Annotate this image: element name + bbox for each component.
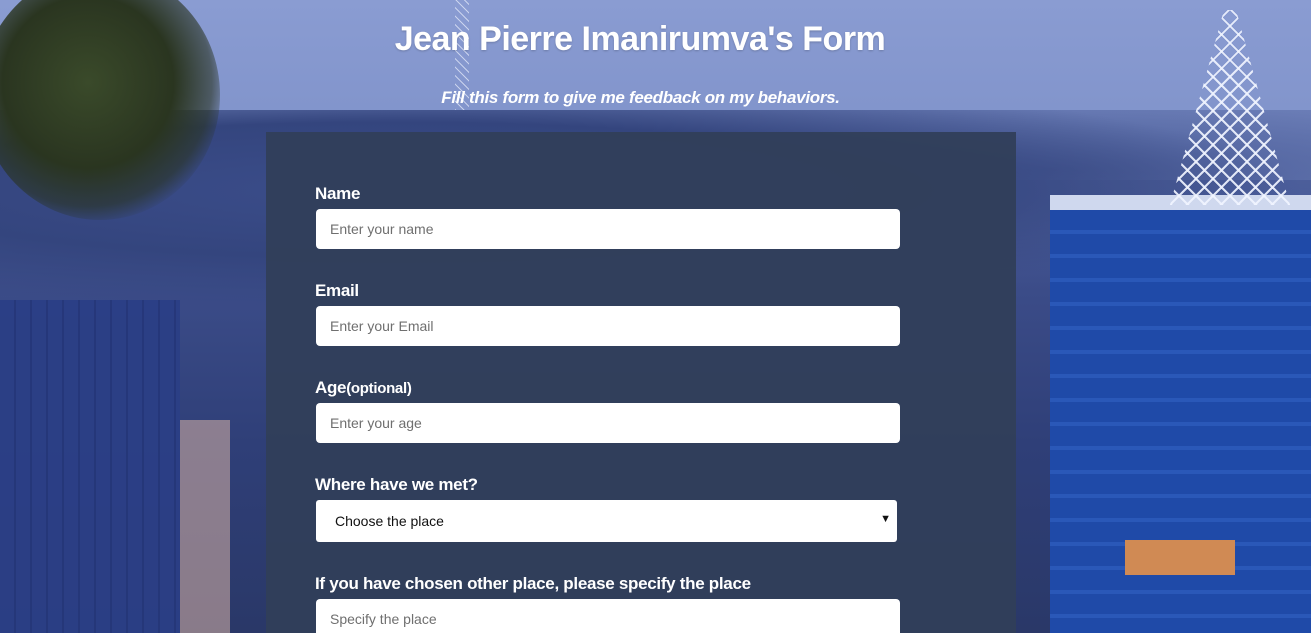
other-place-label: If you have chosen other place, please s… [315,574,751,594]
name-label-text: Name [315,184,361,203]
email-label: Email [315,281,359,301]
age-label-text: Age [315,378,347,397]
name-label: Name [315,184,360,204]
age-optional-note: (optional) [346,380,412,397]
background-building-left [0,300,180,633]
age-input[interactable] [316,403,900,443]
other-place-label-text: If you have chosen other place, please s… [315,574,751,593]
place-select-value: Choose the place [335,513,444,529]
place-label-text: Where have we met? [315,475,478,494]
page-title: Jean Pierre Imanirumva's Form [394,20,886,58]
other-place-input[interactable] [316,599,900,633]
age-label: Age(optional) [315,378,412,398]
triangle-down-icon: ▼ [880,513,891,525]
name-input[interactable] [316,209,900,249]
background-building-left-small [180,420,230,633]
page-subtitle: Fill this form to give me feedback on my… [441,88,840,107]
email-label-text: Email [315,281,359,300]
place-label: Where have we met? [315,475,478,495]
feedback-form-panel: Name Email Age(optional) Where have we m… [266,132,1016,633]
background-orange-building [1125,540,1235,575]
email-input[interactable] [316,306,900,346]
place-select[interactable]: Choose the place ▼ [316,500,897,542]
